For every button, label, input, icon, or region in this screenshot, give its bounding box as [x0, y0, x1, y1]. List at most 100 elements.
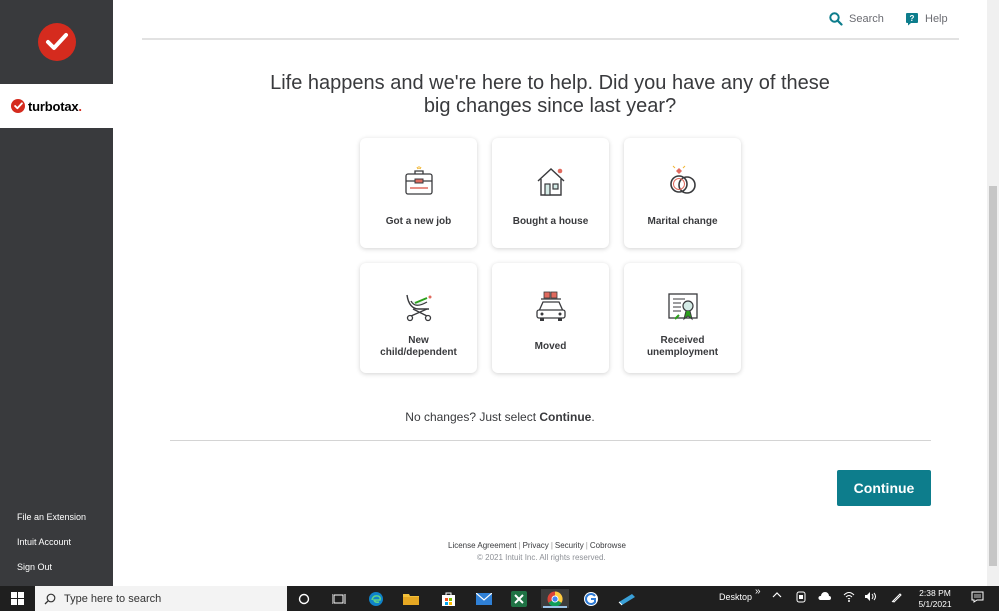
show-hidden-icons-icon[interactable] [772, 590, 782, 602]
excel-icon [511, 590, 527, 607]
sidebar-logo[interactable] [0, 0, 113, 84]
sidebar: turbotax. File an Extension Intuit Accou… [0, 0, 113, 586]
search-icon [44, 593, 56, 604]
stroller-icon [405, 294, 431, 322]
house-icon [537, 168, 564, 196]
pen-workspace-icon[interactable] [891, 591, 903, 605]
card-label-line-1: Received [660, 335, 705, 346]
card-unemployment[interactable]: Received unemployment [624, 263, 741, 373]
card-label: New child/dependent [364, 335, 473, 359]
page-title: Life happens and we're here to help. Did… [230, 72, 870, 118]
briefcase-icon [404, 166, 433, 195]
edge-taskbar-button[interactable] [366, 589, 386, 608]
windows-logo-icon [11, 592, 24, 605]
card-new-child[interactable]: New child/dependent [360, 263, 477, 373]
unemployment-document-icon [667, 293, 698, 321]
sign-out-link[interactable]: Sign Out [17, 562, 86, 572]
license-agreement-link[interactable]: License Agreement [448, 541, 517, 550]
privacy-link[interactable]: Privacy [523, 541, 549, 550]
turbotax-brand: turbotax. [0, 84, 113, 128]
task-view-icon [332, 593, 346, 604]
search-label: Search [849, 13, 884, 25]
store-button[interactable] [438, 589, 458, 608]
task-view-button[interactable] [329, 589, 349, 608]
moving-car-icon [535, 291, 566, 321]
turbotax-check-logo-icon [37, 23, 76, 61]
wifi-icon[interactable] [843, 591, 855, 604]
taskbar-clock[interactable]: 2:38 PM 5/1/2021 [912, 588, 958, 610]
card-label: Bought a house [512, 216, 589, 227]
no-changes-hint: No changes? Just select Continue. [300, 410, 700, 424]
footer-separator: | [518, 541, 521, 550]
continue-button[interactable]: Continue [837, 470, 931, 506]
card-label: Moved [534, 341, 567, 352]
chrome-icon [547, 590, 563, 607]
clock-date: 5/1/2021 [918, 599, 952, 609]
turbotax-window: turbotax. File an Extension Intuit Accou… [0, 0, 999, 611]
toolbar-expand-icon[interactable]: » [755, 586, 761, 597]
search-button[interactable]: Search [829, 12, 884, 26]
volume-icon[interactable] [864, 591, 877, 604]
footer-links: License Agreement | Privacy | Security | Cobro… [448, 541, 626, 550]
sidebar-links: File an Extension Intuit Account Sign Ou… [17, 512, 86, 587]
page-title-line-1: Life happens and we're here to help. Did… [270, 72, 830, 94]
no-changes-end: . [591, 410, 595, 424]
card-label-line-2: child/dependent [380, 347, 457, 358]
divider [170, 440, 931, 441]
edge-icon [369, 591, 383, 606]
security-link[interactable]: Security [555, 541, 584, 550]
tray-app-icon[interactable] [796, 591, 806, 605]
card-bought-house[interactable]: Bought a house [492, 138, 609, 248]
file-extension-link[interactable]: File an Extension [17, 512, 86, 522]
chrome-button[interactable] [541, 589, 569, 608]
help-button[interactable]: ? Help [905, 12, 948, 26]
page-title-line-2: big changes since last year? [423, 95, 677, 117]
folder-icon [403, 594, 419, 605]
onedrive-icon[interactable] [817, 592, 831, 603]
start-button[interactable] [0, 586, 35, 611]
mail-button[interactable] [474, 589, 494, 608]
svg-text:?: ? [910, 14, 915, 23]
g-app-icon [584, 591, 598, 606]
mail-icon [476, 592, 492, 605]
no-changes-text: No changes? Just select [405, 410, 540, 424]
windows-taskbar: Type here to search Desktop » 2:38 PM 5/… [0, 586, 999, 611]
desktop-toolbar-label[interactable]: Desktop [719, 592, 752, 602]
brand-check-icon [11, 99, 25, 113]
store-icon [441, 592, 455, 606]
help-label: Help [925, 13, 948, 25]
rings-icon [669, 165, 696, 194]
excel-button[interactable] [509, 589, 529, 608]
app-pen-button[interactable] [617, 589, 637, 608]
footer-separator: | [585, 541, 588, 550]
search-icon [829, 12, 843, 26]
card-marital-change[interactable]: Marital change [624, 138, 741, 248]
taskbar-search[interactable]: Type here to search [35, 586, 287, 611]
taskbar-search-placeholder: Type here to search [64, 592, 162, 605]
card-new-job[interactable]: Got a new job [360, 138, 477, 248]
cobrowse-link[interactable]: Cobrowse [590, 541, 626, 550]
card-label: Received unemployment [628, 335, 737, 359]
card-label: Got a new job [385, 216, 452, 227]
help-icon: ? [906, 13, 918, 26]
copyright: © 2021 Intuit Inc. All rights reserved. [477, 553, 606, 562]
no-changes-bold: Continue [539, 410, 592, 424]
whiteboard-icon [618, 593, 635, 605]
page-scrollbar[interactable] [987, 0, 999, 586]
scrollbar-thumb[interactable] [989, 186, 997, 566]
card-moved[interactable]: Moved [492, 263, 609, 373]
notification-center-icon[interactable] [971, 591, 984, 605]
card-label-line-2: unemployment [646, 347, 719, 358]
brand-wordmark: turbotax [28, 98, 79, 114]
file-explorer-button[interactable] [401, 589, 421, 608]
top-bar: Search ? Help [142, 0, 959, 40]
cortana-button[interactable] [294, 589, 314, 608]
active-app-indicator [543, 606, 567, 608]
card-label: Marital change [647, 216, 718, 227]
clock-time: 2:38 PM [919, 588, 951, 598]
footer-separator: | [550, 541, 553, 550]
intuit-account-link[interactable]: Intuit Account [17, 537, 86, 547]
brand-dot: . [78, 98, 82, 114]
cortana-icon [298, 593, 310, 604]
app-g-button[interactable] [581, 589, 601, 608]
